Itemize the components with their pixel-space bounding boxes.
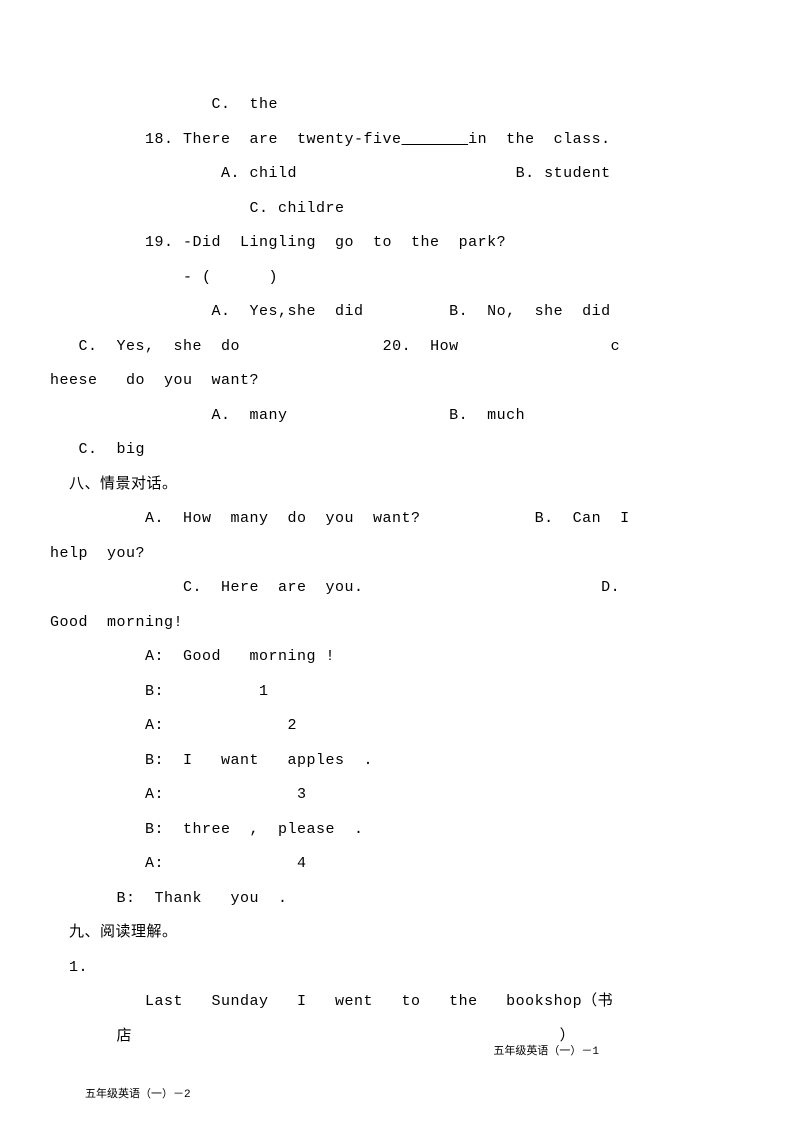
q20-stem2-text: heese do you want? [50, 372, 259, 389]
s9-para-text: Last Sunday I went to the bookshop（书 [145, 993, 613, 1010]
s9-para2-left: 店 [117, 1028, 133, 1045]
q19-stem-text: 19. -Did Lingling go to the park? [145, 234, 506, 251]
q18-opta: A. child [221, 165, 297, 182]
section8-optb-line2: help you? [50, 537, 744, 572]
s9-item1-text: 1. [69, 959, 88, 976]
section8-title-text: 八、情景对话。 [69, 476, 178, 493]
dialog-b4: B: Thank you . [50, 882, 744, 917]
section9-title-text: 九、阅读理解。 [69, 924, 178, 941]
section9-item1: 1. [50, 951, 744, 986]
q19-response-text: - ( ) [183, 269, 278, 286]
dialog-a1: A: Good morning ! [50, 640, 744, 675]
q20-optb: B. much [449, 407, 525, 424]
dialog-b2: B: I want apples . [50, 744, 744, 779]
dialog-a4-text: A: 4 [145, 855, 307, 872]
section9-para-start: Last Sunday I went to the bookshop（书 [50, 985, 744, 1020]
footer-left-text: 五年级英语（一）－2 [85, 1083, 191, 1108]
s8-optb: B. Can I [535, 510, 630, 527]
section9-para-line2: 店 ） [50, 1020, 744, 1055]
q19-opts-ab: A. Yes,she did B. No, she did [50, 295, 744, 330]
dialog-a4: A: 4 [50, 847, 744, 882]
s8-optb2: help you? [50, 545, 145, 562]
q17-optc-text: C. the [212, 96, 279, 113]
s8-opta: A. How many do you want? [145, 510, 421, 527]
dialog-a3-text: A: 3 [145, 786, 307, 803]
q20-opt-c: C. big [50, 433, 744, 468]
q17-opt-c: C. the [50, 88, 744, 123]
q18-optc-text: C. childre [250, 200, 345, 217]
section8-opts-cd: C. Here are you. D. [50, 571, 744, 606]
s8-optd: D. [601, 579, 620, 596]
dialog-a3: A: 3 [50, 778, 744, 813]
q18-optb: B. student [516, 165, 611, 182]
q20-stem-line2: heese do you want? [50, 364, 744, 399]
footer-right-text: 五年级英语（一）－1 [493, 1040, 599, 1065]
q20-opta: A. many [212, 407, 288, 424]
section8-opts-ab: A. How many do you want? B. Can I [50, 502, 744, 537]
dialog-b3-text: B: three , please . [145, 821, 364, 838]
q19-optc: C. Yes, she do [79, 338, 241, 355]
s8-optd2: Good morning! [50, 614, 183, 631]
q18-blank [402, 131, 469, 148]
dialog-b3: B: three , please . [50, 813, 744, 848]
dialog-b4-text: B: Thank you . [117, 890, 288, 907]
q20-optc-text: C. big [79, 441, 146, 458]
dialog-b1-text: B: 1 [145, 683, 269, 700]
q18-stem: 18. There are twenty-five in the class. [50, 123, 744, 158]
q18-opt-c: C. childre [50, 192, 744, 227]
q18-stem-pre: 18. There are twenty-five [145, 131, 402, 148]
dialog-b1: B: 1 [50, 675, 744, 710]
q18-stem-post: in the class. [468, 131, 611, 148]
document-content: C. the 18. There are twenty-five in the … [0, 0, 794, 1054]
q19-opta: A. Yes,she did [212, 303, 364, 320]
dialog-b2-text: B: I want apples . [145, 752, 373, 769]
q19c-q20-line: C. Yes, she do 20. How c [50, 330, 744, 365]
q20-opts-ab: A. many B. much [50, 399, 744, 434]
q20-stem-pre: 20. How [383, 338, 459, 355]
q19-stem: 19. -Did Lingling go to the park? [50, 226, 744, 261]
q19-response: - ( ) [50, 261, 744, 296]
section8-optd-line2: Good morning! [50, 606, 744, 641]
q20-stem-word: c [611, 338, 621, 355]
q19-optb: B. No, she did [449, 303, 611, 320]
section9-title: 九、阅读理解。 [50, 916, 744, 951]
s8-optc: C. Here are you. [183, 579, 364, 596]
section8-title: 八、情景对话。 [50, 468, 744, 503]
dialog-a1-text: A: Good morning ! [145, 648, 335, 665]
dialog-a2: A: 2 [50, 709, 744, 744]
q18-opts-ab: A. child B. student [50, 157, 744, 192]
dialog-a2-text: A: 2 [145, 717, 297, 734]
